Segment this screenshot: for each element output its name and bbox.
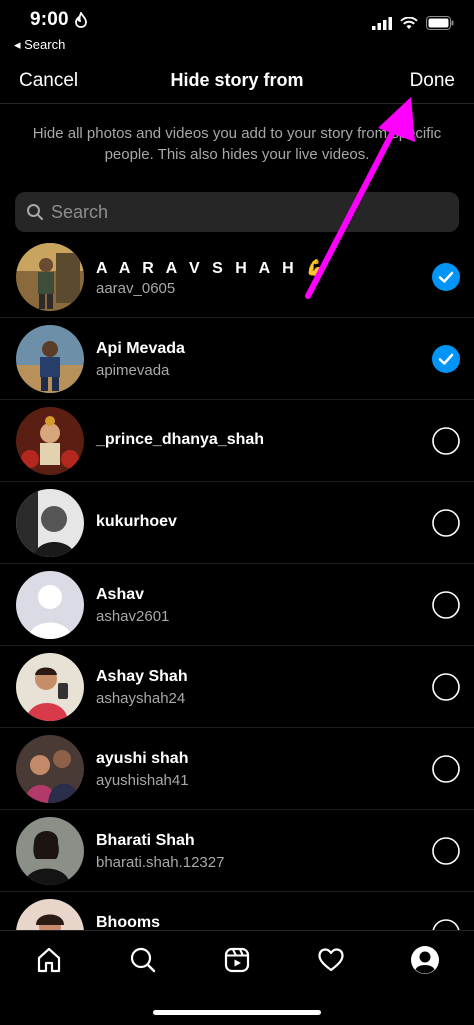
checkbox-unselected-icon[interactable] (432, 591, 460, 619)
user-row-bharati-shah[interactable]: Bharati Shah bharati.shah.12327 (0, 810, 474, 892)
heart-icon[interactable] (313, 942, 349, 978)
home-icon[interactable] (31, 942, 67, 978)
user-username: ashav2601 (96, 608, 170, 625)
user-name: Ashay Shah (96, 668, 188, 685)
user-name: A A R A V S H A H 💪 (96, 260, 330, 277)
signal-icon (372, 16, 392, 30)
avatar (16, 243, 84, 311)
checkbox-unselected-icon[interactable] (432, 755, 460, 783)
checkbox-unselected-icon[interactable] (432, 509, 460, 537)
user-name: Ashav (96, 586, 145, 603)
avatar (16, 735, 84, 803)
user-name: Bhooms (96, 914, 160, 930)
user-row-prince-dhanya-shah[interactable]: _prince_dhanya_shah (0, 400, 474, 482)
checkbox-unselected-icon[interactable] (432, 837, 460, 865)
user-name: kukurhoev (96, 513, 177, 530)
user-row-ashay-shah[interactable]: Ashay Shah ashayshah24 (0, 646, 474, 728)
user-list: A A R A V S H A H 💪 aarav_0605 Api Mevad… (0, 236, 474, 930)
location-icon (74, 10, 88, 33)
user-row-kukurhoev[interactable]: kukurhoev (0, 482, 474, 564)
header: Cancel Hide story from Done (0, 58, 474, 104)
user-username: aarav_0605 (96, 280, 176, 297)
page-title: Hide story from (170, 70, 304, 90)
user-name: Bharati Shah (96, 832, 195, 849)
avatar (16, 899, 84, 930)
reels-icon[interactable] (219, 942, 255, 978)
status-bar: 9:00 ◂ Search (0, 0, 474, 58)
user-name: Api Mevada (96, 340, 185, 357)
user-username: bharati.shah.12327 (96, 854, 225, 871)
done-button[interactable]: Done (410, 70, 455, 92)
wifi-icon (400, 16, 418, 29)
avatar (16, 653, 84, 721)
status-time: 9:00 (30, 9, 69, 30)
user-name: _prince_dhanya_shah (96, 431, 265, 448)
user-name: ayushi shah (96, 750, 189, 767)
avatar (16, 489, 84, 557)
user-username: ayushishah41 (96, 772, 189, 789)
battery-icon (426, 16, 454, 30)
checkbox-unselected-icon[interactable] (432, 673, 460, 701)
checkbox-unselected-icon[interactable] (432, 427, 460, 455)
search-icon (26, 203, 44, 226)
checkbox-unselected-icon[interactable] (432, 919, 460, 930)
checkmark-selected-icon[interactable] (432, 345, 460, 373)
search-input[interactable] (51, 192, 451, 232)
avatar (16, 407, 84, 475)
back-to-search-link[interactable]: ◂ Search (14, 37, 65, 53)
avatar (16, 325, 84, 393)
user-username: apimevada (96, 362, 170, 379)
user-username: ashayshah24 (96, 690, 186, 707)
search-icon[interactable] (125, 942, 161, 978)
profile-icon[interactable] (407, 942, 443, 978)
user-row-aarav[interactable]: A A R A V S H A H 💪 aarav_0605 (0, 236, 474, 318)
status-icons (372, 16, 454, 30)
search-bar[interactable] (15, 192, 459, 232)
user-row-ashav[interactable]: Ashav ashav2601 (0, 564, 474, 646)
checkmark-selected-icon[interactable] (432, 263, 460, 291)
user-row-api-mevada[interactable]: Api Mevada apimevada (0, 318, 474, 400)
avatar (16, 817, 84, 885)
description-text: Hide all photos and videos you add to yo… (32, 125, 442, 163)
home-indicator (153, 1010, 321, 1015)
user-row-bhooms[interactable]: Bhooms (0, 892, 474, 930)
avatar (16, 571, 84, 639)
user-row-ayushi-shah[interactable]: ayushi shah ayushishah41 (0, 728, 474, 810)
